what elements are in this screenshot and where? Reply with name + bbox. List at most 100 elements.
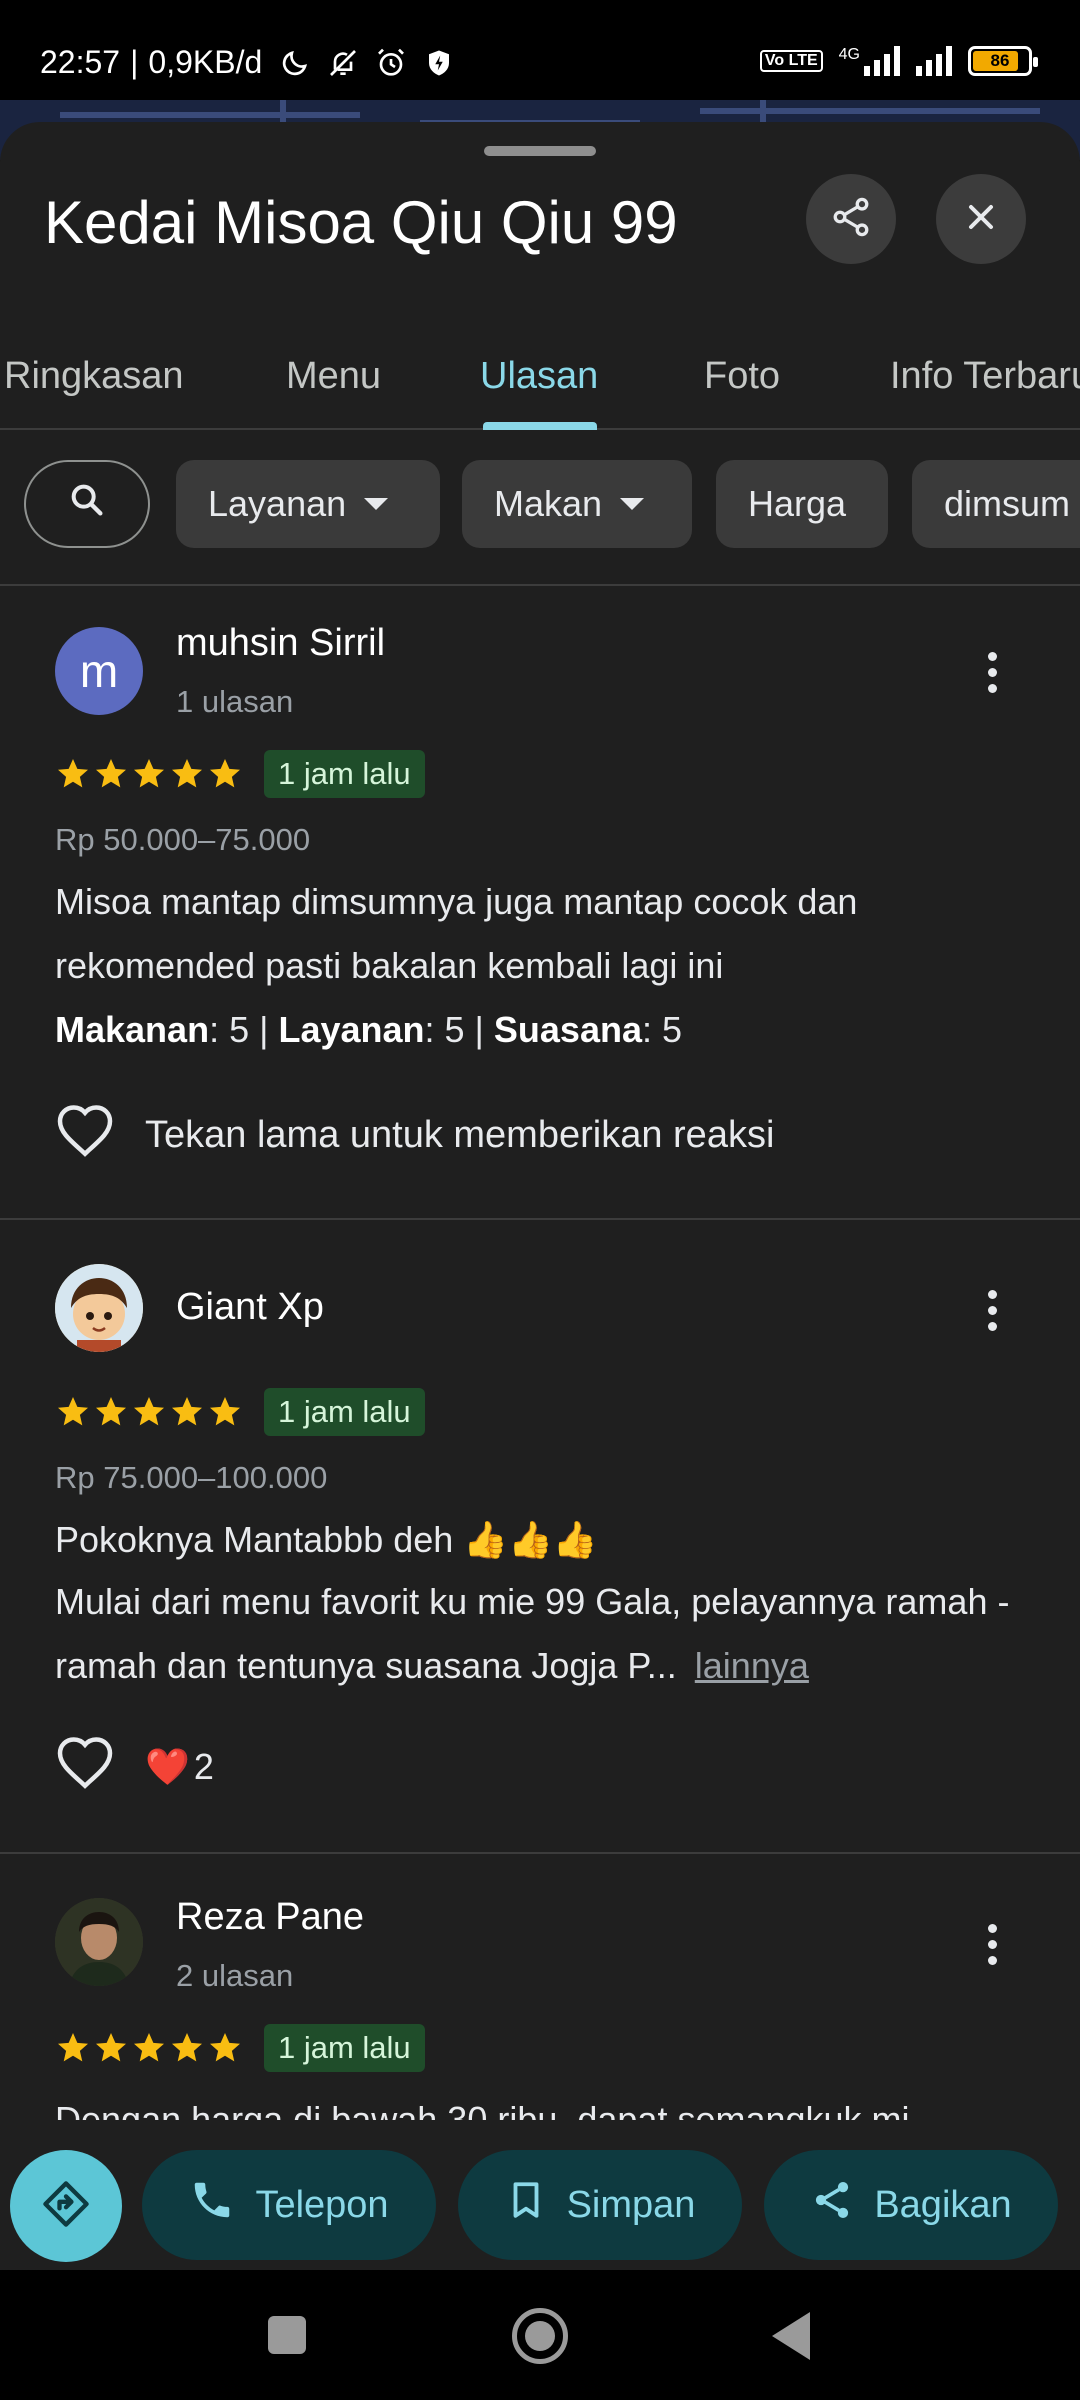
moon-icon [278,46,312,80]
share-button[interactable] [806,174,896,264]
back-button[interactable] [772,2312,810,2360]
chip-harga[interactable]: Harga [716,460,888,548]
divider [0,1218,1080,1220]
share-icon [829,195,873,244]
battery-icon: 86 [968,46,1038,76]
chip-layanan[interactable]: Layanan [176,460,440,548]
avatar[interactable] [55,1898,143,1986]
search-reviews-button[interactable] [24,460,150,548]
reviewer-name[interactable]: Reza Pane [176,1896,364,1939]
star-icon [58,1397,88,1426]
review-aspects: Makanan: 5 | Layanan: 5 | Suasana: 5 [55,1009,683,1050]
review-text-body: Mulai dari menu favorit ku mie 99 Gala, … [55,1581,1010,1686]
close-button[interactable] [936,174,1026,264]
call-label: Telepon [255,2183,389,2226]
divider [0,1852,1080,1854]
chip-label: dimsum [944,483,1071,524]
star-icon [96,2033,126,2062]
home-button[interactable] [512,2308,568,2364]
tab-menu[interactable]: Menu [286,322,381,430]
bookmark-icon [505,2177,547,2233]
chip-dimsum[interactable]: dimsum [912,460,1080,548]
network-speed: 0,9KB/d [148,44,263,80]
price-range: Rp 75.000–100.000 [55,1460,328,1495]
star-icon [172,2033,202,2062]
avatar[interactable] [55,1264,143,1352]
star-rating [55,1394,243,1430]
aspect-label: Suasana [493,1009,642,1050]
place-sheet: Kedai Misoa Qiu Qiu 99 Ringkasan Menu Ul… [0,122,1080,2270]
alarm-icon [374,46,408,80]
aspect-label: Makanan [55,1009,210,1050]
place-title: Kedai Misoa Qiu Qiu 99 [44,189,678,256]
review-more-button[interactable] [966,1912,1018,1976]
chip-makan[interactable]: Makan [462,460,692,548]
star-icon [58,759,88,788]
reaction-row[interactable]: Tekan lama untuk memberikan reaksi [55,1102,774,1168]
review-time-badge: 1 jam lalu [264,1388,425,1436]
reviewer-name[interactable]: Giant Xp [176,1286,324,1329]
share-action-button[interactable]: Bagikan [764,2150,1058,2260]
tab-ringkasan[interactable]: Ringkasan [4,322,184,430]
reviewer-review-count: 1 ulasan [176,684,294,719]
shield-bolt-icon [422,46,456,80]
star-icon [96,759,126,788]
avatar-cartoon-icon [55,1264,143,1352]
status-time: 22:57 [40,44,121,80]
reaction-prompt: Tekan lama untuk memberikan reaksi [145,1113,775,1156]
review-text-line1: Pokoknya Mantabbb deh 👍👍👍 [55,1519,598,1560]
star-icon [210,1397,240,1426]
search-icon [67,480,107,529]
star-icon [134,2033,164,2062]
chip-label: Makan [494,483,603,524]
chevron-down-icon [364,498,389,510]
save-button[interactable]: Simpan [458,2150,742,2260]
avatar[interactable]: m [55,627,143,715]
reaction-count-chip[interactable]: ❤️ 2 [145,1746,214,1788]
divider [0,584,1080,586]
star-icon [210,759,240,788]
reaction-count: 2 [193,1746,214,1787]
battery-level: 86 [990,51,1010,70]
signal-icon [864,46,900,76]
review-time-badge: 1 jam lalu [264,750,425,798]
star-icon [134,1397,164,1426]
directions-button[interactable] [10,2150,122,2262]
close-icon [961,197,1001,242]
share-label: Bagikan [874,2183,1012,2226]
aspect-label: Layanan [278,1009,425,1050]
avatar-photo-icon [55,1898,143,1986]
tab-info-terbaru[interactable]: Info Terbaru [890,322,1080,430]
save-label: Simpan [566,2183,696,2226]
review-text: Misoa mantap dimsumnya juga mantap cocok… [55,881,858,986]
chevron-down-icon [620,498,645,510]
review-more-button[interactable] [966,1278,1018,1342]
volte-badge: Vo LTE [759,50,823,72]
call-button[interactable]: Telepon [142,2150,436,2260]
star-rating [55,756,243,792]
review-text: Mulai dari menu favorit ku mie 99 Gala, … [55,1570,1055,1698]
star-icon [96,1397,126,1426]
recents-button[interactable] [268,2316,306,2354]
star-icon [134,759,164,788]
status-right: Vo LTE 4G 86 [759,46,1038,76]
review-more-button[interactable] [966,640,1018,704]
drag-handle[interactable] [484,146,596,156]
active-tab-indicator [483,422,597,430]
read-more-link[interactable]: lainnya [695,1645,809,1686]
heart-outline-icon[interactable] [55,1102,115,1168]
review-time-badge: 1 jam lalu [264,2024,425,2072]
tab-foto[interactable]: Foto [704,322,780,430]
action-bar: Telepon Simpan Bagikan [0,2120,1080,2270]
star-rating [55,2030,243,2066]
chip-label: Harga [748,483,847,524]
notifications-off-icon [326,46,360,80]
heart-outline-icon[interactable] [55,1734,115,1800]
status-separator: | [130,44,139,80]
tab-ulasan[interactable]: Ulasan [480,322,598,430]
reviewer-name[interactable]: muhsin Sirril [176,622,385,665]
tab-bar: Ringkasan Menu Ulasan Foto Info Terbaru [0,322,1080,430]
chip-label: Layanan [208,483,347,524]
network-type: 4G [838,46,860,63]
status-left: 22:57 | 0,9KB/d [40,44,456,81]
